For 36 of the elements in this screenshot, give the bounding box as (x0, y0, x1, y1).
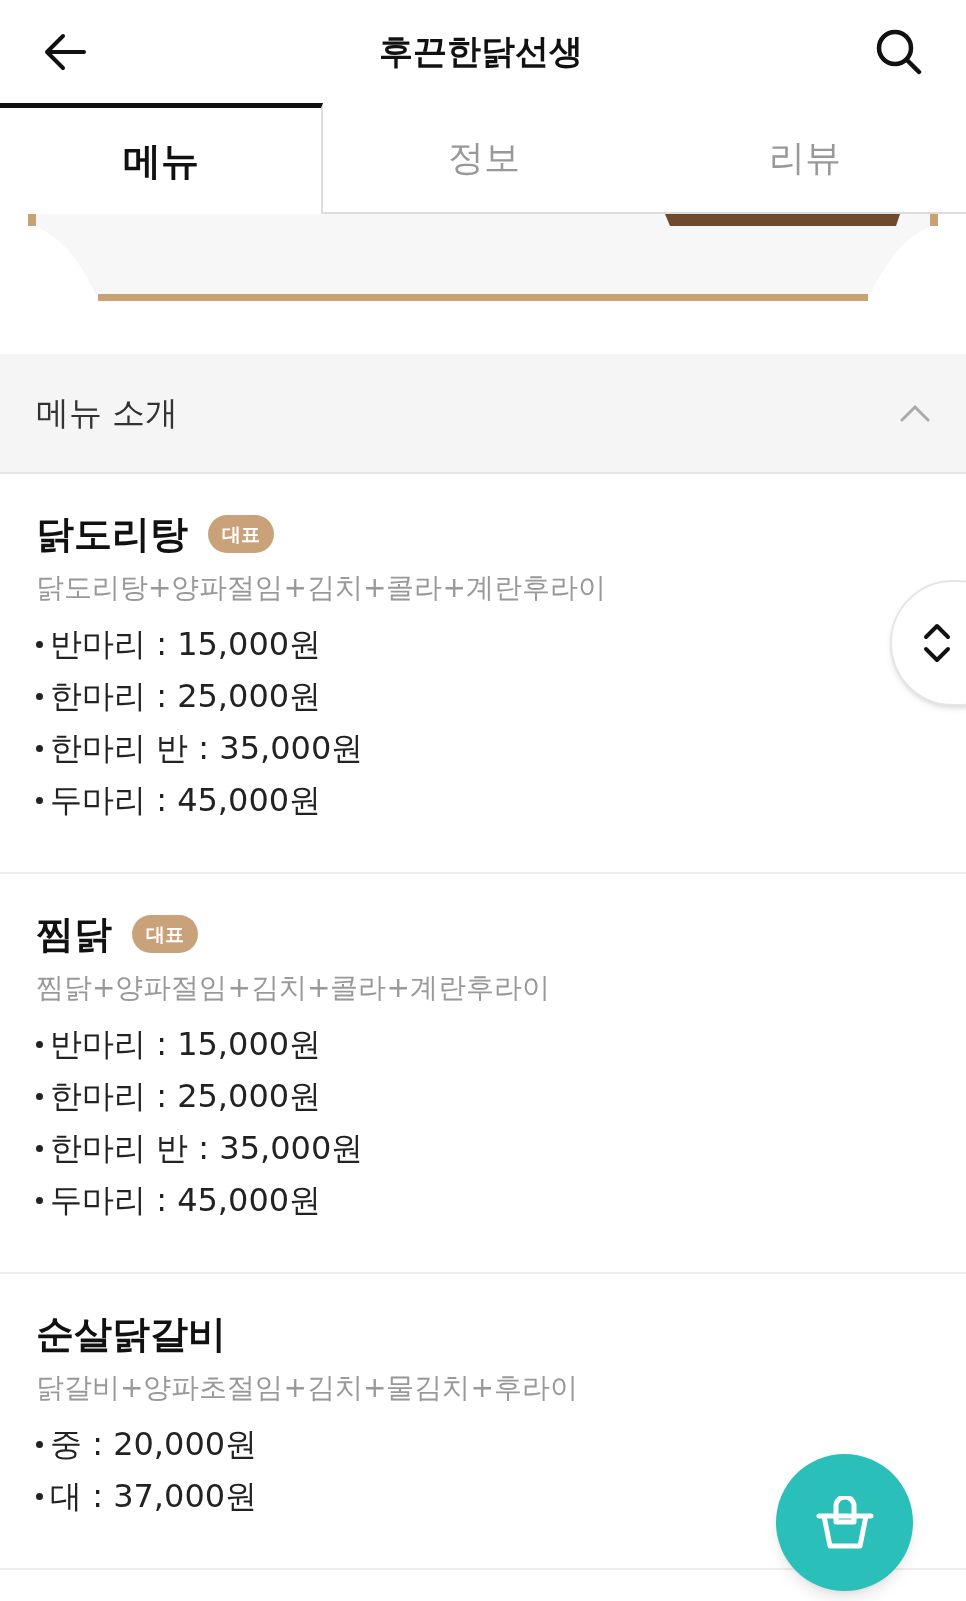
price-line: 한마리 : 25,000원 (50, 676, 322, 717)
section-header[interactable]: 메뉴 소개 (0, 354, 966, 474)
bullet-icon (36, 1196, 43, 1204)
bullet-icon (36, 1144, 43, 1152)
price-line: 반마리 : 15,000원 (50, 1024, 322, 1065)
bullet-icon (36, 640, 43, 648)
search-icon[interactable] (876, 28, 922, 75)
price-line: 두마리 : 45,000원 (50, 780, 322, 821)
back-arrow-icon[interactable] (44, 32, 86, 71)
section-title: 메뉴 소개 (36, 392, 179, 435)
price-line: 한마리 : 25,000원 (50, 1076, 322, 1117)
price-line: 한마리 반 : 35,000원 (50, 728, 364, 769)
basket-icon (815, 1495, 874, 1550)
bullet-icon (36, 1492, 43, 1500)
menu-item-description: 닭갈비+양파초절임+김치+물김치+후라이 (36, 1370, 579, 1406)
menu-item-description: 닭도리탕+양파절임+김치+콜라+계란후라이 (36, 570, 607, 606)
store-title: 후끈한닭선생 (379, 30, 583, 73)
price-line: 반마리 : 15,000원 (50, 624, 322, 665)
bullet-icon (36, 1092, 43, 1100)
price-line: 중 : 20,000원 (50, 1424, 258, 1465)
bullet-icon (36, 744, 43, 752)
signature-tag: 대표 (132, 914, 198, 954)
signature-tag: 대표 (208, 514, 274, 554)
price-line: 한마리 반 : 35,000원 (50, 1128, 364, 1169)
bullet-icon (36, 1040, 43, 1048)
bullet-icon (36, 1440, 43, 1448)
menu-item-name: 순살닭갈비 (36, 1310, 226, 1358)
up-down-chevron-icon (922, 621, 952, 665)
bullet-icon (36, 692, 43, 700)
price-line: 두마리 : 45,000원 (50, 1180, 322, 1221)
tab[interactable]: 메뉴 (0, 103, 324, 214)
menu-item-name: 닭도리탕 (36, 510, 188, 558)
menu-item-description: 찜닭+양파절임+김치+콜라+계란후라이 (36, 970, 551, 1006)
bullet-icon (36, 796, 43, 804)
price-line: 대 : 37,000원 (50, 1476, 258, 1517)
menu-item-name: 찜닭 (36, 910, 112, 958)
